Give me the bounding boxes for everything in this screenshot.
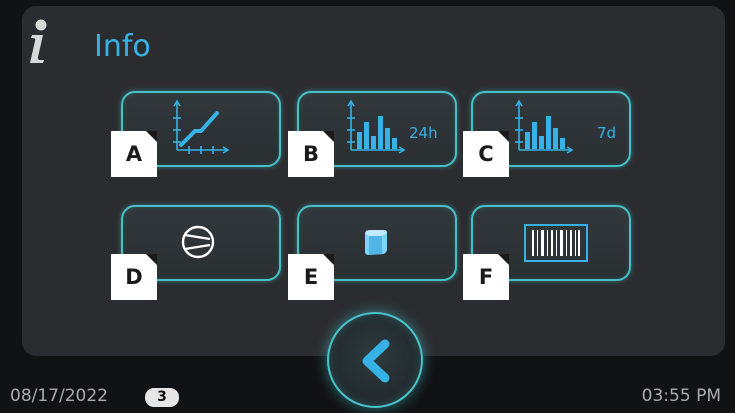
back-button[interactable]	[327, 312, 423, 408]
tile-tag-e: E	[288, 254, 334, 300]
tag-label: A	[125, 142, 143, 166]
page-title: Info	[94, 29, 151, 64]
tag-label: F	[478, 265, 494, 289]
tile-tag-d: D	[111, 254, 157, 300]
line-graph-icon	[173, 99, 230, 154]
bar-chart-icon	[515, 99, 573, 154]
tile-tag-a: A	[111, 131, 157, 177]
status-badge: 3	[145, 388, 179, 407]
tile-tag-b: B	[288, 131, 334, 177]
tile-tag-c: C	[463, 131, 509, 177]
status-date: 08/17/2022	[10, 386, 108, 406]
tag-label: C	[478, 142, 494, 166]
status-time: 03:55 PM	[641, 386, 721, 406]
chevron-left-icon	[362, 339, 390, 383]
info-icon	[30, 19, 47, 63]
tag-label: B	[302, 142, 319, 166]
compressor-icon	[181, 225, 215, 259]
tag-label: E	[303, 265, 319, 289]
period-label: 24h	[409, 124, 438, 142]
tile-tag-f: F	[463, 254, 509, 300]
bar-chart-icon	[347, 99, 405, 154]
tag-label: D	[125, 265, 143, 289]
period-label: 7d	[597, 124, 617, 142]
ice-cube-icon	[365, 230, 387, 255]
barcode-icon	[524, 224, 588, 262]
